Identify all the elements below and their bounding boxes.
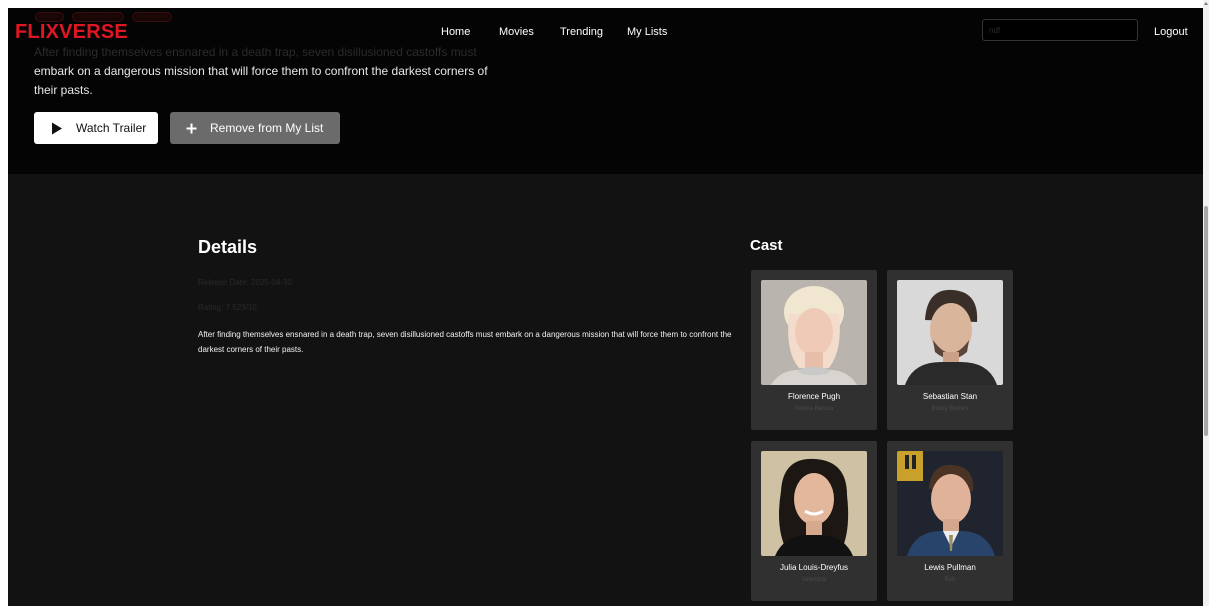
scrollbar-thumb[interactable]	[1204, 206, 1208, 436]
cast-character: Bob	[944, 577, 956, 583]
brand-logo[interactable]: FLIXVERSE	[15, 21, 128, 44]
cast-card[interactable]: Florence Pugh Yelena Belova	[751, 270, 877, 430]
cast-photo	[897, 280, 1003, 385]
nav-my-lists[interactable]: My Lists	[627, 26, 667, 38]
details-heading: Details	[198, 237, 258, 257]
hero-description-line: embark on a dangerous mission that will …	[34, 64, 488, 78]
cast-character: Bucky Barnes	[931, 406, 969, 412]
remove-from-list-button[interactable]: Remove from My List	[170, 112, 340, 144]
nav-movies[interactable]: Movies	[499, 26, 534, 38]
cast-card[interactable]: Lewis Pullman Bob	[887, 441, 1013, 601]
cast-character: Valentina	[801, 577, 827, 583]
remove-from-list-label: Remove from My List	[210, 121, 324, 135]
top-navbar: FLIXVERSE Home Movies Trending My Lists …	[8, 8, 1203, 54]
nav-trending[interactable]: Trending	[560, 26, 603, 38]
search-input[interactable]	[982, 19, 1138, 41]
cast-heading: Cast	[750, 237, 783, 254]
hero-description: embark on a dangerous mission that will …	[34, 62, 514, 100]
scroll-up-arrow-icon[interactable]	[1204, 2, 1208, 5]
cast-photo	[761, 280, 867, 385]
cast-name: Florence Pugh	[787, 392, 841, 401]
app-frame: Action Science Fiction Adventure After f…	[8, 8, 1203, 606]
cast-name: Sebastian Stan	[922, 392, 978, 401]
nav-home[interactable]: Home	[441, 26, 470, 38]
release-date: Release Date: 2025-04-30	[198, 278, 292, 287]
cast-name: Lewis Pullman	[924, 563, 976, 572]
cast-photo	[761, 451, 867, 556]
cast-character: Yelena Belova	[794, 406, 834, 412]
play-icon	[52, 122, 62, 134]
overview-text: After finding themselves ensnared in a d…	[198, 330, 732, 354]
hero-description-line: their pasts.	[34, 83, 93, 97]
rating: Rating: 7.523/10	[198, 303, 257, 312]
plus-icon	[186, 123, 197, 133]
cast-card[interactable]: Julia Louis-Dreyfus Valentina	[751, 441, 877, 601]
cast-card[interactable]: Sebastian Stan Bucky Barnes	[887, 270, 1013, 430]
logout-link[interactable]: Logout	[1154, 26, 1188, 38]
cast-name: Julia Louis-Dreyfus	[779, 563, 849, 572]
watch-trailer-label: Watch Trailer	[76, 121, 147, 135]
watch-trailer-button[interactable]: Watch Trailer	[34, 112, 158, 144]
cast-photo	[897, 451, 1003, 556]
